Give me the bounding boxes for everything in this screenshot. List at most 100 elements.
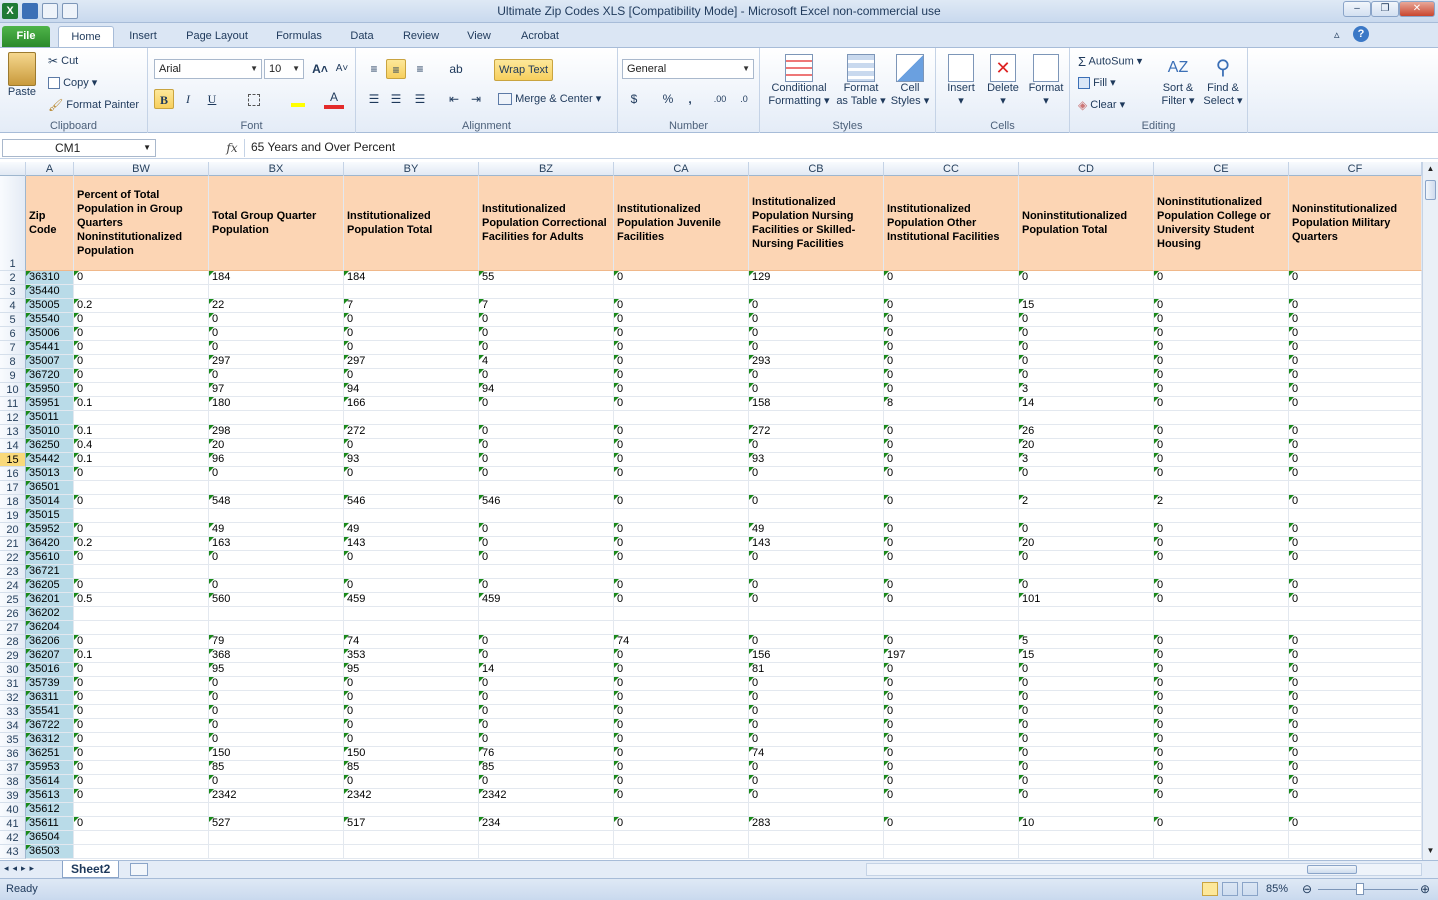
data-cell[interactable]: 0 bbox=[884, 313, 1019, 327]
data-cell[interactable]: 0 bbox=[749, 495, 884, 509]
data-cell[interactable]: 0 bbox=[884, 663, 1019, 677]
data-cell[interactable]: 0 bbox=[749, 719, 884, 733]
data-cell[interactable] bbox=[749, 803, 884, 817]
data-cell[interactable] bbox=[209, 481, 344, 495]
data-cell[interactable] bbox=[884, 803, 1019, 817]
data-cell[interactable]: 0 bbox=[209, 691, 344, 705]
row-header[interactable]: 43 bbox=[0, 845, 26, 859]
row-header[interactable]: 12 bbox=[0, 411, 26, 425]
data-cell[interactable] bbox=[74, 565, 209, 579]
data-cell[interactable] bbox=[614, 803, 749, 817]
data-cell[interactable] bbox=[749, 831, 884, 845]
data-cell[interactable]: 0 bbox=[1154, 635, 1289, 649]
data-cell[interactable]: 272 bbox=[749, 425, 884, 439]
data-cell[interactable]: 0 bbox=[1154, 789, 1289, 803]
tab-acrobat[interactable]: Acrobat bbox=[510, 26, 570, 47]
data-cell[interactable]: 0 bbox=[749, 327, 884, 341]
data-cell[interactable]: 0 bbox=[614, 579, 749, 593]
data-cell[interactable]: 0 bbox=[1154, 369, 1289, 383]
data-cell[interactable]: 0 bbox=[1019, 663, 1154, 677]
wrap-text-button[interactable]: Wrap Text bbox=[494, 59, 554, 81]
row-header[interactable]: 26 bbox=[0, 607, 26, 621]
data-cell[interactable]: 0 bbox=[614, 271, 749, 285]
data-cell[interactable]: 527 bbox=[209, 817, 344, 831]
data-cell[interactable] bbox=[1289, 607, 1422, 621]
data-cell[interactable]: 0 bbox=[1154, 579, 1289, 593]
data-cell[interactable]: 0 bbox=[344, 775, 479, 789]
data-cell[interactable]: 85 bbox=[209, 761, 344, 775]
data-cell[interactable] bbox=[884, 285, 1019, 299]
data-cell[interactable]: 0 bbox=[1019, 775, 1154, 789]
data-cell[interactable] bbox=[614, 565, 749, 579]
data-cell[interactable] bbox=[74, 845, 209, 859]
data-cell[interactable]: 0 bbox=[749, 313, 884, 327]
row-header[interactable]: 34 bbox=[0, 719, 26, 733]
data-cell[interactable]: 0 bbox=[344, 733, 479, 747]
ribbon-minimize-icon[interactable]: ▵ bbox=[1334, 28, 1340, 41]
data-cell[interactable]: 0 bbox=[1154, 691, 1289, 705]
data-cell[interactable]: 0 bbox=[74, 789, 209, 803]
data-cell[interactable]: 0.5 bbox=[74, 593, 209, 607]
data-cell[interactable]: 0 bbox=[1289, 523, 1422, 537]
data-cell[interactable] bbox=[1289, 481, 1422, 495]
paste-button[interactable]: Paste bbox=[6, 52, 38, 98]
data-cell[interactable]: 293 bbox=[749, 355, 884, 369]
data-cell[interactable] bbox=[479, 845, 614, 859]
field-header-cell[interactable]: Institutionalized Population Nursing Fac… bbox=[749, 176, 884, 271]
data-cell[interactable] bbox=[884, 481, 1019, 495]
data-cell[interactable]: 0 bbox=[884, 453, 1019, 467]
autosum-button[interactable]: Σ AutoSum ▾ bbox=[1078, 54, 1142, 69]
data-cell[interactable] bbox=[614, 607, 749, 621]
data-cell[interactable]: 0 bbox=[479, 453, 614, 467]
data-cell[interactable]: 0 bbox=[1289, 719, 1422, 733]
data-cell[interactable] bbox=[1019, 565, 1154, 579]
zip-code-cell[interactable]: 36504 bbox=[26, 831, 74, 845]
zip-code-cell[interactable]: 36251 bbox=[26, 747, 74, 761]
increase-indent-button[interactable]: ⇥ bbox=[466, 89, 486, 109]
cell-styles-button[interactable]: Cell Styles ▾ bbox=[888, 54, 932, 108]
data-cell[interactable]: 85 bbox=[344, 761, 479, 775]
data-cell[interactable]: 0 bbox=[1289, 495, 1422, 509]
row-header[interactable]: 37 bbox=[0, 761, 26, 775]
row-header[interactable]: 32 bbox=[0, 691, 26, 705]
data-cell[interactable]: 0 bbox=[614, 649, 749, 663]
row-header[interactable]: 41 bbox=[0, 817, 26, 831]
data-cell[interactable]: 0 bbox=[1289, 271, 1422, 285]
data-cell[interactable]: 5 bbox=[1019, 635, 1154, 649]
data-cell[interactable] bbox=[749, 509, 884, 523]
data-cell[interactable] bbox=[209, 411, 344, 425]
tab-view[interactable]: View bbox=[456, 26, 502, 47]
data-cell[interactable]: 0 bbox=[1154, 439, 1289, 453]
data-cell[interactable]: 0 bbox=[884, 733, 1019, 747]
data-cell[interactable]: 0 bbox=[614, 817, 749, 831]
zip-code-cell[interactable]: 35442 bbox=[26, 453, 74, 467]
data-cell[interactable]: 0 bbox=[1154, 467, 1289, 481]
row-header[interactable]: 13 bbox=[0, 425, 26, 439]
data-cell[interactable]: 163 bbox=[209, 537, 344, 551]
data-cell[interactable]: 14 bbox=[479, 663, 614, 677]
vertical-scrollbar[interactable]: ▲ ▼ bbox=[1422, 162, 1438, 860]
data-cell[interactable]: 0 bbox=[1289, 299, 1422, 313]
data-cell[interactable]: 0 bbox=[1289, 593, 1422, 607]
data-cell[interactable]: 8 bbox=[884, 397, 1019, 411]
data-cell[interactable]: 0 bbox=[74, 327, 209, 341]
data-cell[interactable]: 55 bbox=[479, 271, 614, 285]
data-cell[interactable]: 0 bbox=[1289, 691, 1422, 705]
data-cell[interactable]: 0 bbox=[1154, 733, 1289, 747]
data-cell[interactable]: 0 bbox=[749, 383, 884, 397]
data-cell[interactable] bbox=[344, 803, 479, 817]
data-cell[interactable] bbox=[344, 621, 479, 635]
scroll-up-icon[interactable]: ▲ bbox=[1425, 164, 1436, 176]
data-cell[interactable]: 0 bbox=[1019, 271, 1154, 285]
data-cell[interactable]: 0 bbox=[74, 733, 209, 747]
data-cell[interactable]: 94 bbox=[344, 383, 479, 397]
data-cell[interactable]: 0 bbox=[1289, 747, 1422, 761]
fill-button[interactable]: Fill ▾ bbox=[1078, 76, 1116, 90]
data-cell[interactable]: 0 bbox=[1019, 719, 1154, 733]
field-header-cell[interactable]: Noninstitutionalized Population Total bbox=[1019, 176, 1154, 271]
data-cell[interactable]: 297 bbox=[344, 355, 479, 369]
row-header[interactable]: 25 bbox=[0, 593, 26, 607]
data-cell[interactable]: 234 bbox=[479, 817, 614, 831]
horizontal-scrollbar[interactable] bbox=[866, 863, 1422, 876]
data-cell[interactable]: 0 bbox=[74, 383, 209, 397]
